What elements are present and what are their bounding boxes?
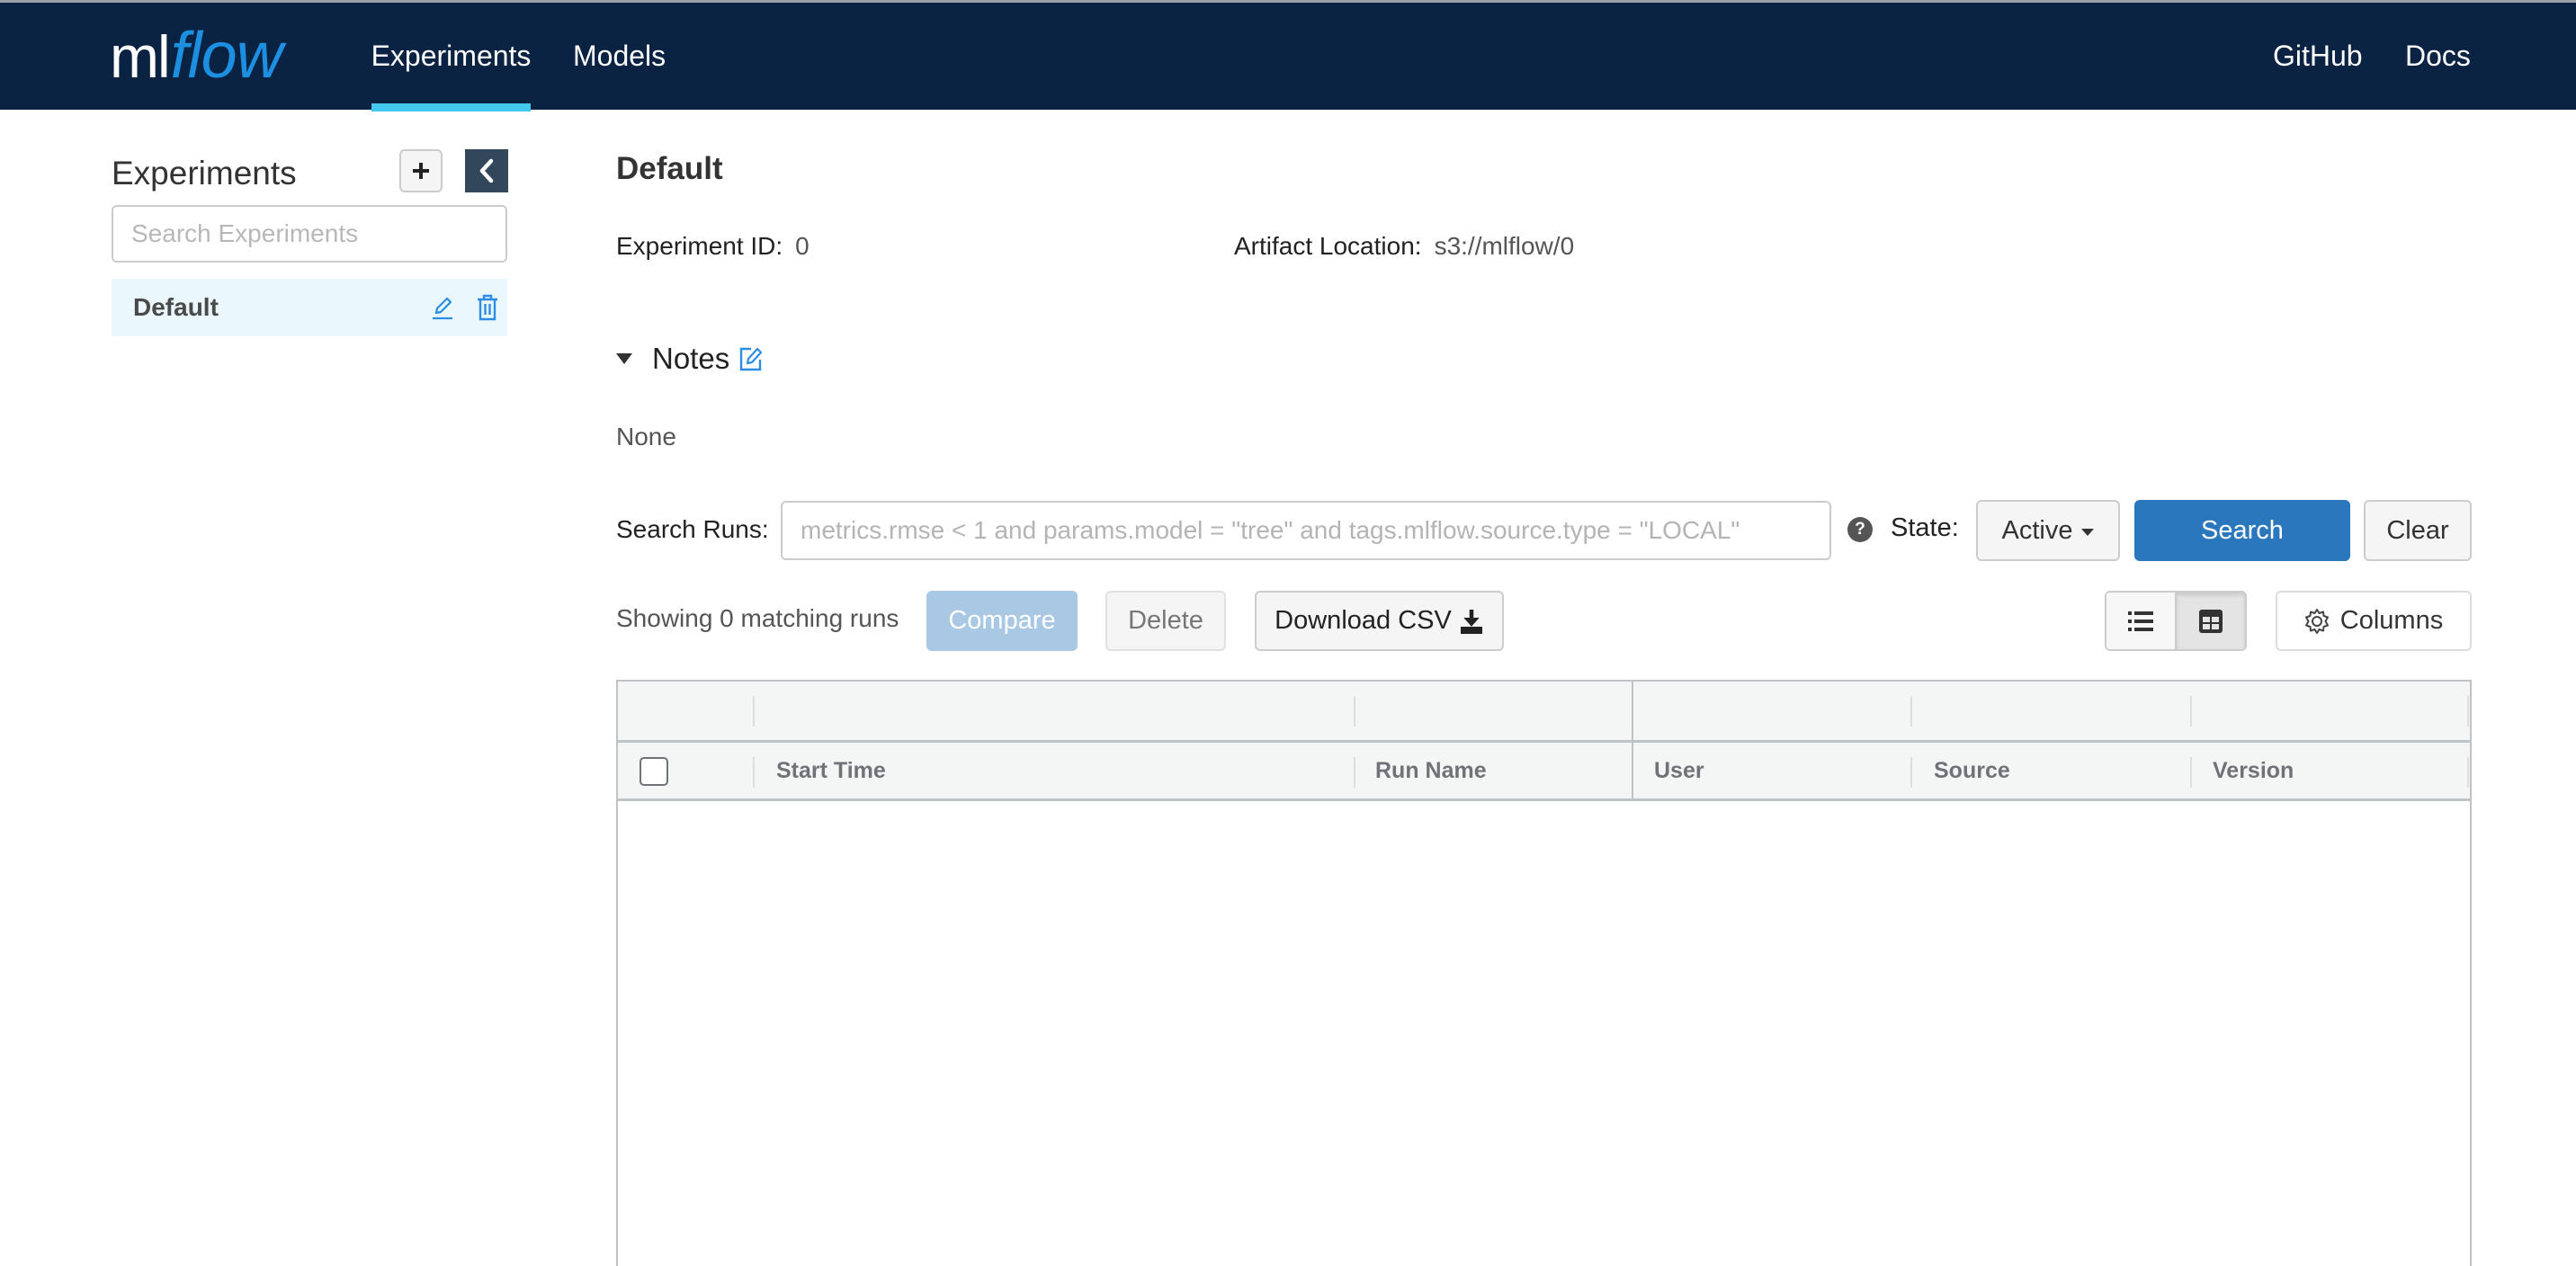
column-separator[interactable] <box>2190 757 2192 788</box>
caret-down-icon <box>616 353 632 364</box>
download-icon <box>1460 609 1482 634</box>
notes-label: Notes <box>652 342 730 375</box>
column-group-divider <box>1632 743 1633 798</box>
compare-button[interactable]: Compare <box>926 591 1078 651</box>
add-experiment-button[interactable] <box>399 149 443 192</box>
collapse-sidebar-button[interactable] <box>465 149 508 192</box>
grid-view-button[interactable] <box>2175 593 2245 649</box>
column-separator[interactable] <box>1354 757 1355 788</box>
caret-down-icon <box>2081 529 2095 536</box>
column-separator <box>753 696 755 727</box>
column-separator <box>1354 696 1355 727</box>
table-header-row: Start Time Run Name User Source Version <box>618 743 2470 801</box>
state-dropdown-value: Active <box>2001 515 2073 545</box>
runs-table: Start Time Run Name User Source Version <box>616 680 2472 1266</box>
column-separator <box>2190 696 2192 727</box>
sidebar-title: Experiments <box>112 155 297 192</box>
column-separator[interactable] <box>2467 757 2469 788</box>
columns-label: Columns <box>2339 606 2444 635</box>
edit-experiment-button[interactable] <box>426 290 459 325</box>
column-header-user[interactable]: User <box>1654 743 1704 798</box>
logo-ml-text: ml <box>110 23 171 90</box>
artifact-location-label: Artifact Location: <box>1234 232 1422 260</box>
gear-icon <box>2304 608 2329 634</box>
experiment-title: Default <box>616 151 723 186</box>
search-button[interactable]: Search <box>2134 500 2350 561</box>
nav-link-github[interactable]: GitHub <box>2273 3 2363 110</box>
artifact-location-value: s3://mlflow/0 <box>1434 232 1575 260</box>
state-dropdown[interactable]: Active <box>1976 500 2120 561</box>
edit-notes-icon[interactable] <box>738 345 764 372</box>
search-runs-label: Search Runs: <box>616 515 769 543</box>
column-group-divider <box>1632 682 1633 740</box>
search-runs-input[interactable] <box>781 501 1831 560</box>
grid-icon <box>2199 609 2223 633</box>
trash-icon <box>478 294 497 321</box>
table-group-header-row <box>618 682 2470 743</box>
notes-toggle[interactable]: Notes <box>616 342 764 376</box>
column-header-source[interactable]: Source <box>1934 743 2010 798</box>
artifact-location-field: Artifact Location: s3://mlflow/0 <box>1234 232 1574 261</box>
logo-flow-text: flow <box>170 20 283 92</box>
nav-tab-experiments[interactable]: Experiments <box>371 3 531 111</box>
column-header-version[interactable]: Version <box>2213 743 2294 798</box>
column-header-start-time[interactable]: Start Time <box>776 743 886 798</box>
matching-runs-count: Showing 0 matching runs <box>616 604 899 632</box>
clear-button[interactable]: Clear <box>2364 500 2472 561</box>
experiment-id-value: 0 <box>795 232 809 260</box>
delete-runs-button[interactable]: Delete <box>1105 591 1226 651</box>
notes-content: None <box>616 423 676 450</box>
experiment-id-field: Experiment ID: 0 <box>616 232 809 261</box>
delete-experiment-button[interactable] <box>471 290 504 325</box>
list-icon <box>2128 611 2153 631</box>
download-csv-button[interactable]: Download CSV <box>1255 591 1504 651</box>
state-label: State: <box>1891 513 1959 542</box>
chevron-left-icon <box>479 158 494 183</box>
column-separator[interactable] <box>1910 757 1912 788</box>
nav-link-docs[interactable]: Docs <box>2405 3 2471 110</box>
mlflow-logo[interactable]: ml flow <box>110 15 283 96</box>
plus-icon <box>413 163 429 179</box>
top-navbar: ml flow Experiments Models GitHub Docs <box>0 0 2576 111</box>
pencil-icon <box>433 297 452 320</box>
experiment-name: Default <box>133 293 219 321</box>
help-icon[interactable]: ? <box>1847 517 1873 542</box>
view-mode-toggle <box>2105 591 2247 651</box>
column-header-run-name[interactable]: Run Name <box>1375 743 1487 798</box>
search-experiments-input[interactable] <box>112 205 507 263</box>
download-csv-label: Download CSV <box>1275 606 1452 635</box>
column-separator <box>2467 696 2469 727</box>
nav-tab-models[interactable]: Models <box>573 3 666 110</box>
columns-button[interactable]: Columns <box>2276 591 2472 651</box>
experiment-list-item[interactable]: Default <box>112 279 507 336</box>
list-view-button[interactable] <box>2106 593 2175 649</box>
select-all-checkbox[interactable] <box>640 757 668 786</box>
column-separator <box>1910 696 1912 727</box>
experiment-id-label: Experiment ID: <box>616 232 783 260</box>
column-separator[interactable] <box>753 757 755 788</box>
